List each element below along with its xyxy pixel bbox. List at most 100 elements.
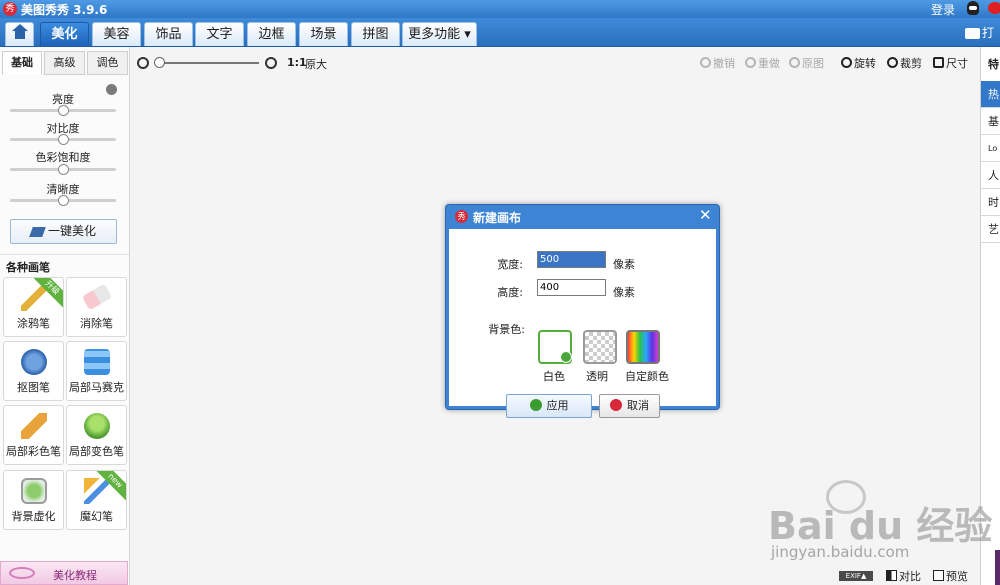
right-item-art[interactable]: 艺 <box>981 216 1000 243</box>
rotate-label: 旋转 <box>854 57 876 70</box>
home-icon <box>12 24 28 40</box>
tab-accessories[interactable]: 饰品 <box>144 22 193 46</box>
tutorial-label: 美化教程 <box>53 569 97 582</box>
main-nav: 美化 美容 饰品 文字 边框 场景 拼图 更多功能 ▾ <box>0 18 1000 47</box>
resize-icon <box>933 57 944 68</box>
dialog-logo-icon: 秀 <box>455 210 468 223</box>
magic-wand-icon <box>84 478 110 504</box>
login-link[interactable]: 登录 <box>931 1 955 18</box>
tab-frame[interactable]: 边框 <box>247 22 296 46</box>
compare-button[interactable]: 对比 <box>886 568 921 584</box>
close-icon[interactable]: ✕ <box>699 208 712 223</box>
sharpness-slider-knob[interactable] <box>58 195 69 206</box>
zoom-slider-knob[interactable] <box>154 57 165 68</box>
saturation-slider-knob[interactable] <box>58 164 69 175</box>
tab-collage[interactable]: 拼图 <box>351 22 400 46</box>
right-item-basic[interactable]: 基 <box>981 108 1000 135</box>
actual-size-ratio[interactable]: 1:1 <box>287 56 307 69</box>
exif-button[interactable]: EXIF▲ <box>839 571 873 581</box>
saturation-label: 色彩饱和度 <box>35 151 91 164</box>
scissors-icon <box>887 57 898 68</box>
one-key-beautify-button[interactable]: 一键美化 <box>10 219 117 244</box>
subtab-color[interactable]: 调色 <box>87 51 128 75</box>
divider <box>0 254 129 255</box>
beautify-tutorial-button[interactable]: 美化教程 <box>0 561 128 585</box>
actual-size-button[interactable]: 原大 <box>305 56 327 72</box>
zoom-out-icon[interactable] <box>137 57 149 69</box>
one-key-label: 一键美化 <box>47 224 96 238</box>
undo-icon <box>700 57 711 68</box>
cancel-label: 取消 <box>627 399 649 412</box>
rotate-icon <box>841 57 852 68</box>
weibo-icon[interactable] <box>988 2 1000 14</box>
custom-color-label: 自定颜色 <box>625 370 669 383</box>
new-canvas-dialog: 秀 新建画布 ✕ 宽度: 像素 高度: 像素 背景色: 白色 透明 自定颜色 应… <box>445 204 720 418</box>
transparent-label: 透明 <box>586 370 608 383</box>
tab-beautify[interactable]: 美化 <box>40 22 89 46</box>
subtab-advanced[interactable]: 高级 <box>44 51 85 75</box>
undo-label: 撤销 <box>713 57 735 70</box>
compare-label: 对比 <box>899 570 921 583</box>
brush-label: 背景虚化 <box>11 510 56 523</box>
redo-label: 重做 <box>758 57 780 70</box>
tab-beauty[interactable]: 美容 <box>92 22 141 46</box>
zoom-in-icon[interactable] <box>265 57 277 69</box>
mosaic-icon <box>84 349 110 375</box>
tab-more-features[interactable]: 更多功能 ▾ <box>402 22 477 46</box>
paint-bucket-icon <box>84 413 110 439</box>
contrast-slider[interactable] <box>10 134 116 145</box>
saturation-slider[interactable] <box>10 164 116 175</box>
original-button[interactable]: 原图 <box>789 55 824 71</box>
folder-icon <box>965 28 980 39</box>
right-item-people[interactable]: 人 <box>981 162 1000 189</box>
brush-mosaic[interactable]: 局部马赛克 <box>66 341 127 401</box>
brightness-slider[interactable] <box>10 105 116 116</box>
app-title: 美图秀秀 3.9.6 <box>21 3 108 17</box>
preview-label: 预览 <box>946 570 968 583</box>
contrast-slider-knob[interactable] <box>58 134 69 145</box>
right-item-fashion[interactable]: 时 <box>981 189 1000 216</box>
cancel-button[interactable]: 取消 <box>599 394 660 418</box>
redo-icon <box>745 57 756 68</box>
crop-label: 裁剪 <box>900 57 922 70</box>
brush-graffiti[interactable]: 升级 涂鸦笔 <box>3 277 64 337</box>
white-label: 白色 <box>543 370 565 383</box>
crop-button[interactable]: 裁剪 <box>887 55 922 71</box>
width-label: 宽度: <box>497 258 523 271</box>
brush-label: 局部彩色笔 <box>6 445 61 458</box>
title-bar: 秀 美图秀秀 3.9.6 登录 <box>0 0 1000 18</box>
apply-button[interactable]: 应用 <box>506 394 592 418</box>
preview-button[interactable]: 预览 <box>933 568 968 584</box>
width-input[interactable] <box>537 251 606 268</box>
dialog-body: 宽度: 像素 高度: 像素 背景色: 白色 透明 自定颜色 应用 取消 <box>449 229 716 418</box>
open-button[interactable]: 打 <box>965 24 994 41</box>
height-input[interactable] <box>537 279 606 296</box>
brush-background-blur[interactable]: 背景虚化 <box>3 470 64 530</box>
white-swatch[interactable] <box>538 330 572 364</box>
transparent-swatch[interactable] <box>583 330 617 364</box>
custom-color-swatch[interactable] <box>626 330 660 364</box>
home-button[interactable] <box>5 22 34 46</box>
resize-button[interactable]: 尺寸 <box>933 55 968 71</box>
qq-icon[interactable] <box>967 1 979 15</box>
height-label: 高度: <box>497 286 523 299</box>
brush-magic[interactable]: new 魔幻笔 <box>66 470 127 530</box>
right-item-lomo[interactable]: Lo <box>981 135 1000 162</box>
app-logo-icon: 秀 <box>3 2 17 16</box>
undo-button[interactable]: 撤销 <box>700 55 735 71</box>
subtab-basic[interactable]: 基础 <box>2 51 42 75</box>
sharpness-slider[interactable] <box>10 195 116 206</box>
blur-icon <box>21 478 47 504</box>
rotate-button[interactable]: 旋转 <box>841 55 876 71</box>
right-item-hot[interactable]: 热 <box>981 81 1000 108</box>
brush-local-recolor[interactable]: 局部变色笔 <box>66 405 127 465</box>
brightness-slider-knob[interactable] <box>58 105 69 116</box>
redo-button[interactable]: 重做 <box>745 55 780 71</box>
brush-local-color[interactable]: 局部彩色笔 <box>3 405 64 465</box>
tab-scene[interactable]: 场景 <box>299 22 348 46</box>
background-color-label: 背景色: <box>488 323 525 336</box>
tab-text[interactable]: 文字 <box>195 22 244 46</box>
zoom-slider[interactable] <box>157 62 259 64</box>
brush-eraser[interactable]: 消除笔 <box>66 277 127 337</box>
brush-cutout[interactable]: 抠图笔 <box>3 341 64 401</box>
